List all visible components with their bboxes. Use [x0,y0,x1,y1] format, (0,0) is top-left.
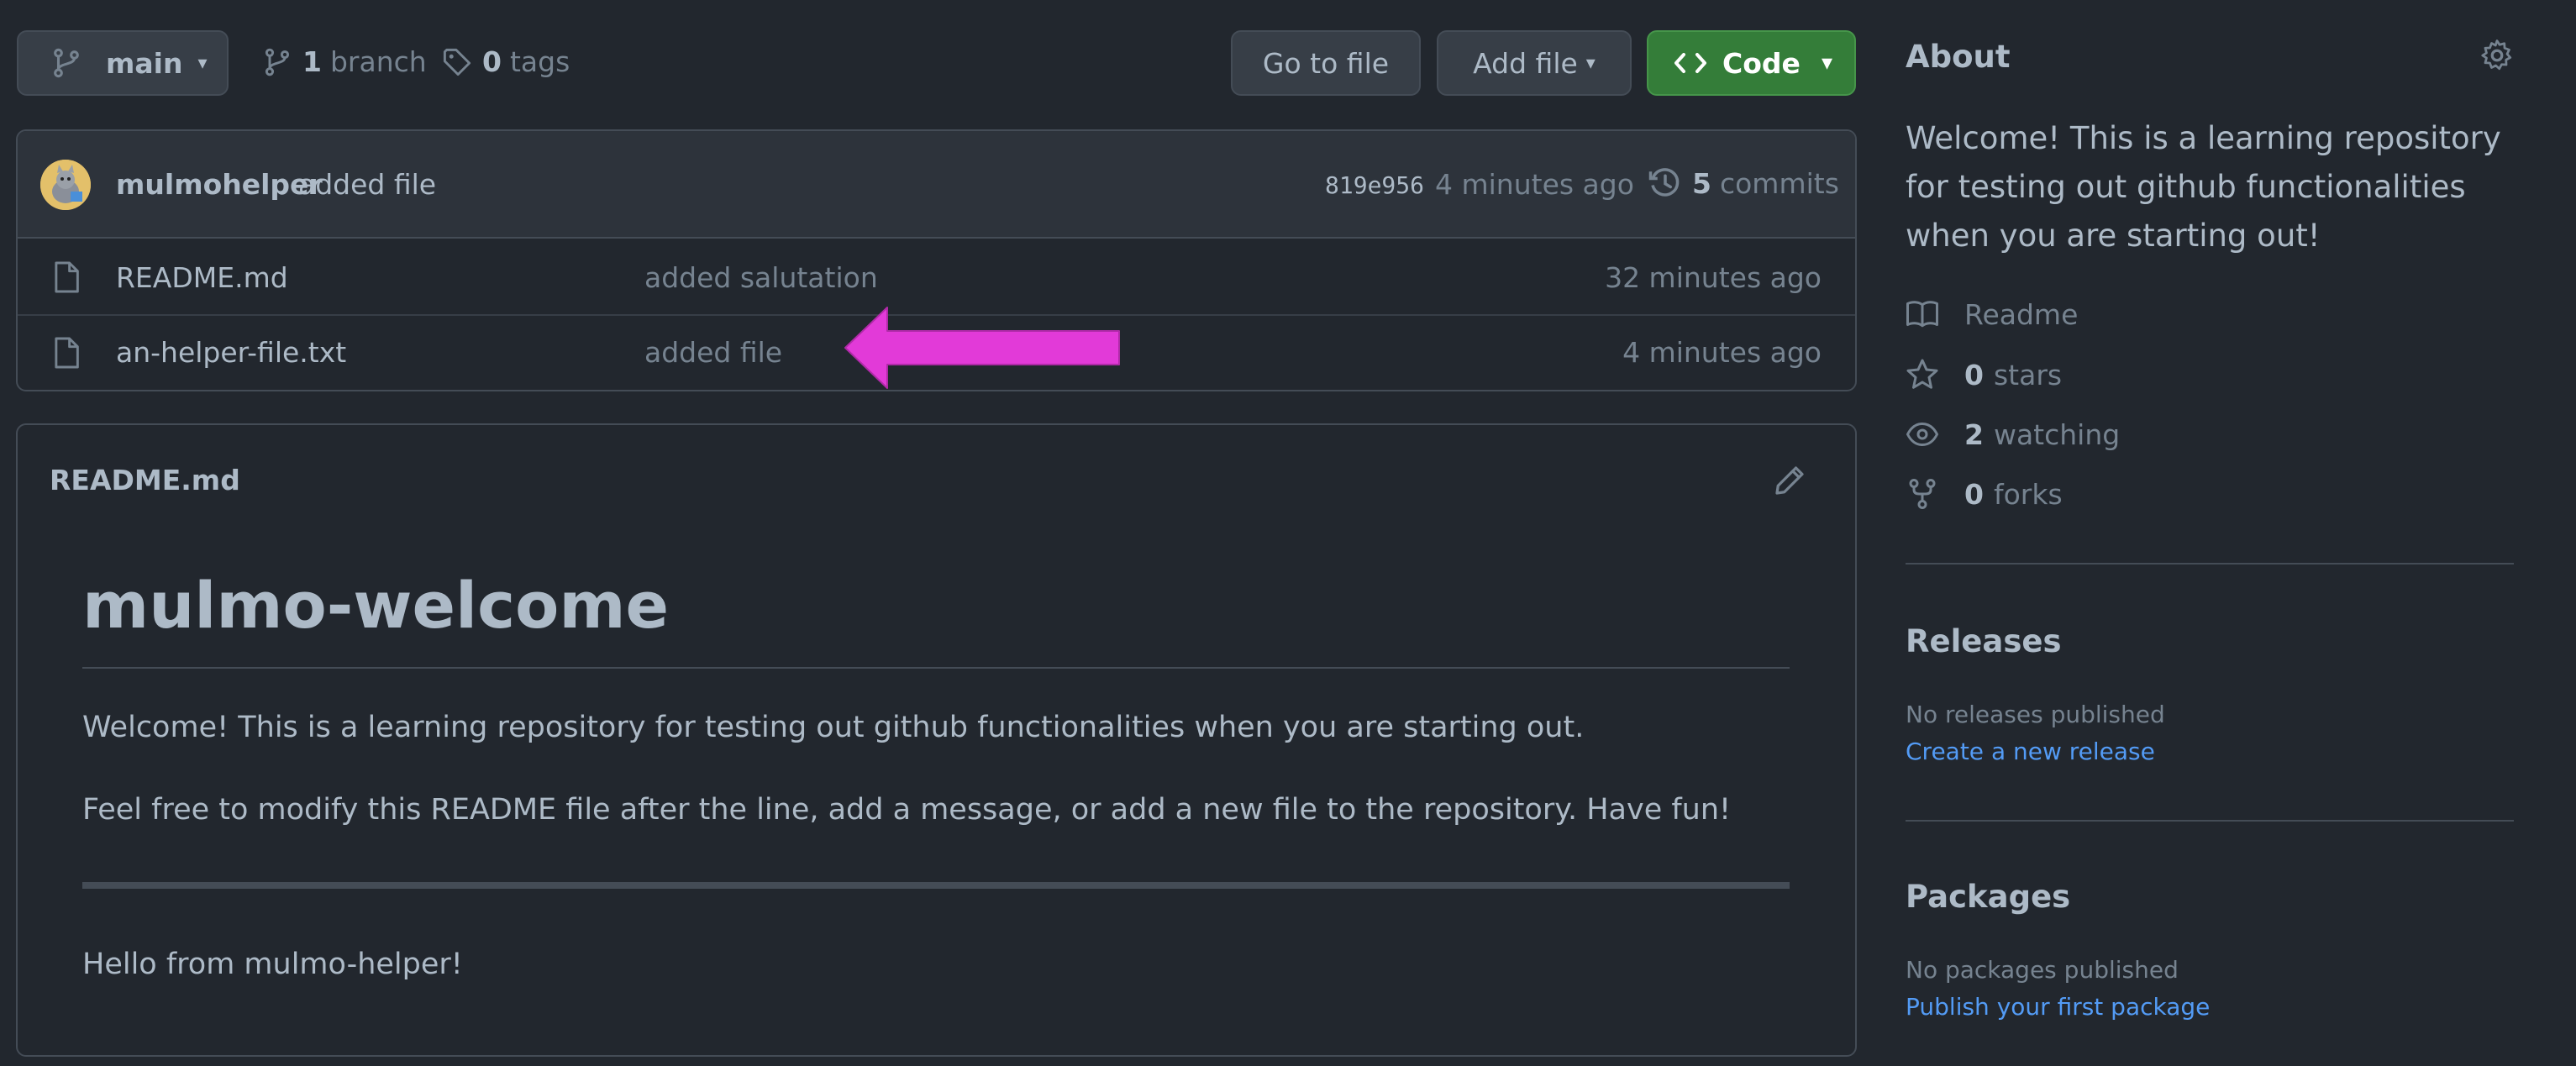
go-to-file-button[interactable]: Go to file [1231,30,1421,96]
packages-title[interactable]: Packages [1906,879,2070,915]
code-icon [1674,49,1707,77]
no-releases-text: No releases published [1906,701,2165,728]
commit-author[interactable]: mulmohelper [116,168,323,201]
commit-hash[interactable]: 819e956 [1325,171,1424,199]
watching-count: 2 [1964,417,1984,451]
watching-link[interactable]: 2 watching [1906,417,2120,451]
about-title: About [1906,39,2011,75]
branch-select-button[interactable]: main ▾ [17,30,229,96]
eye-icon [1906,417,1964,451]
commit-time: 4 minutes ago [1435,168,1634,201]
stars-link[interactable]: 0 stars [1906,358,2062,391]
add-file-button[interactable]: Add file ▾ [1437,30,1632,96]
stars-count: 0 [1964,358,1984,391]
branch-label: branch [329,45,427,78]
pencil-icon[interactable] [1773,464,1806,497]
chevron-down-icon: ▾ [1585,52,1596,74]
chevron-down-icon: ▾ [1821,50,1832,76]
file-icon [52,336,81,370]
table-row[interactable] [18,239,1855,312]
sidebar-divider [1906,820,2514,822]
readme-link[interactable]: Readme [1906,297,2078,331]
readme-label: Readme [1964,297,2079,331]
branches-link[interactable]: 1 branch [262,45,427,78]
readme-heading: mulmo-welcome [82,568,670,643]
releases-title[interactable]: Releases [1906,623,2061,659]
code-label: Code [1722,46,1801,80]
code-button[interactable]: Code ▾ [1647,30,1856,96]
branch-count-icon [262,47,292,77]
readme-header [18,425,1855,534]
book-icon [1906,297,1964,331]
forks-link[interactable]: 0 forks [1906,477,2063,511]
tag-icon [442,47,472,77]
tag-count: 0 [482,45,502,78]
tag-label: tags [509,45,570,78]
branch-count: 1 [302,45,322,78]
chevron-down-icon: ▾ [197,52,208,74]
readme-paragraph: Feel free to modify this README file aft… [82,793,1732,827]
branch-icon [50,47,82,79]
readme-file-label[interactable]: README.md [50,464,240,496]
gear-icon[interactable] [2480,39,2514,72]
avatar[interactable] [40,160,91,210]
create-release-link[interactable]: Create a new release [1906,738,2155,765]
no-packages-text: No packages published [1906,956,2179,984]
file-time: 32 minutes ago [1605,261,1822,294]
readme-paragraph: Hello from mulmo-helper! [82,948,463,981]
readme-paragraph: Welcome! This is a learning repository f… [82,711,1585,744]
commits-link[interactable]: 5 commits [1648,166,1839,200]
file-icon [52,260,81,294]
sidebar-divider [1906,563,2514,565]
file-commit-message[interactable]: added salutation [644,261,878,294]
file-name[interactable]: an-helper-file.txt [116,336,346,369]
commit-label: commits [1719,166,1839,200]
heading-divider [82,667,1790,669]
star-icon [1906,358,1964,391]
file-time: 4 minutes ago [1622,336,1822,369]
watching-label: watching [1993,417,2121,451]
repo-description: Welcome! This is a learning repository f… [1906,120,2501,254]
tags-link[interactable]: 0 tags [442,45,570,78]
history-icon [1648,166,1682,200]
annotation-arrow-icon [844,306,1121,390]
stars-label: stars [1993,358,2063,391]
branch-name: main [106,46,183,80]
horizontal-rule [82,882,1790,889]
forks-label: forks [1993,477,2063,511]
add-file-label: Add file [1473,46,1578,80]
publish-package-link[interactable]: Publish your first package [1906,993,2210,1021]
commit-message[interactable]: added file [298,168,436,201]
fork-icon [1906,477,1964,511]
file-name[interactable]: README.md [116,261,288,294]
commit-count: 5 [1692,166,1711,200]
forks-count: 0 [1964,477,1984,511]
file-commit-message[interactable]: added file [644,336,782,369]
